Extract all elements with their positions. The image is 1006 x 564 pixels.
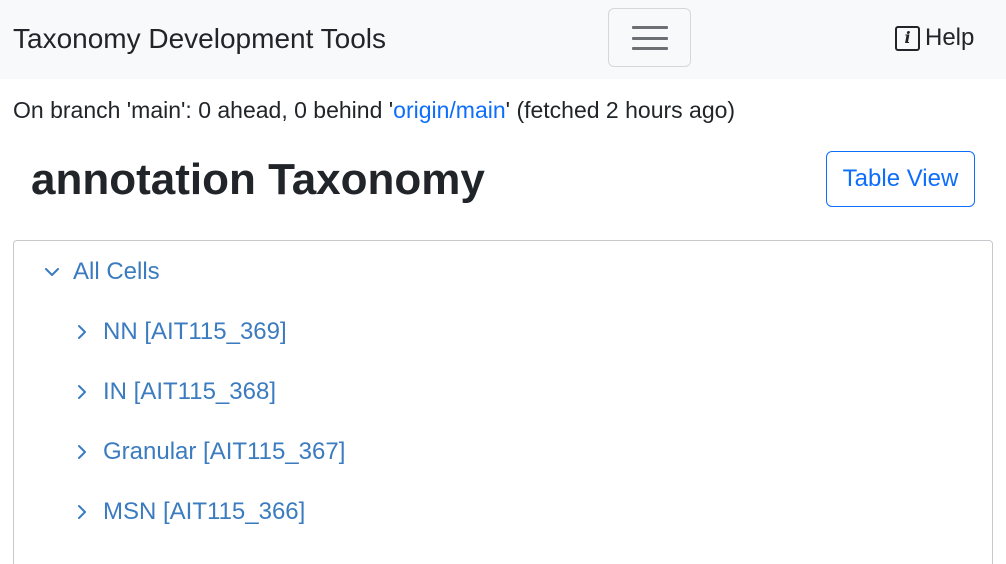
tree-node-label[interactable]: IN [AIT115_368] [103, 376, 276, 408]
top-navbar: Taxonomy Development Tools i Help [0, 0, 1006, 79]
tree-node-label[interactable]: MSN [AIT115_366] [103, 496, 305, 528]
branch-status-suffix: ' (fetched 2 hours ago) [505, 97, 736, 123]
tree-node-child[interactable]: NN [AIT115_369] [73, 316, 287, 348]
chevron-down-icon[interactable] [43, 263, 61, 281]
remote-branch-link[interactable]: origin/main [393, 97, 506, 123]
tree-node-label[interactable]: NN [AIT115_369] [103, 316, 287, 348]
chevron-right-icon[interactable] [73, 383, 91, 401]
info-icon: i [895, 25, 920, 51]
help-link[interactable]: i Help [895, 24, 974, 52]
tree-node-label[interactable]: Granular [AIT115_367] [103, 436, 345, 468]
chevron-right-icon[interactable] [73, 323, 91, 341]
branch-status-prefix: On branch 'main': 0 ahead, 0 behind ' [13, 97, 394, 123]
tree-node-label[interactable]: All Cells [73, 256, 160, 288]
page-title: annotation Taxonomy [31, 155, 485, 204]
brand-title[interactable]: Taxonomy Development Tools [13, 22, 386, 56]
tree-node-child[interactable]: MSN [AIT115_366] [73, 496, 305, 528]
tree-node-all-cells[interactable]: All Cells [43, 256, 160, 288]
chevron-right-icon[interactable] [73, 503, 91, 521]
taxonomy-tree: All Cells NN [AIT115_369] IN [AIT115_368… [13, 240, 993, 564]
tree-node-child[interactable]: Granular [AIT115_367] [73, 436, 345, 468]
chevron-right-icon[interactable] [73, 443, 91, 461]
navbar-toggle-button[interactable] [608, 8, 691, 67]
table-view-button[interactable]: Table View [826, 151, 975, 207]
help-label: Help [925, 24, 975, 51]
tree-node-child[interactable]: IN [AIT115_368] [73, 376, 276, 408]
branch-status: On branch 'main': 0 ahead, 0 behind 'ori… [13, 96, 735, 124]
hamburger-menu-icon [632, 26, 668, 50]
